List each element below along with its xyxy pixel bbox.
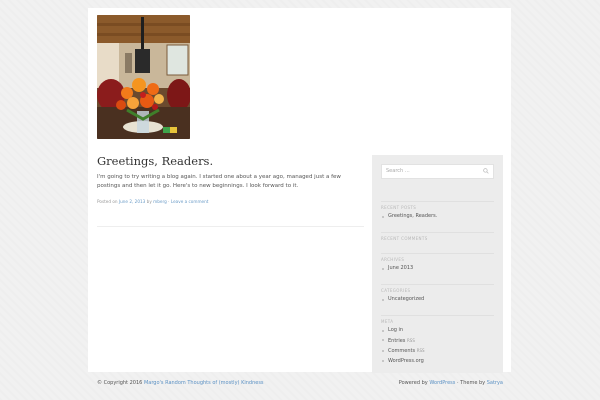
meta-widget: Meta Log in Entries RSS Comments RSS Wor…	[381, 315, 494, 366]
site-name-link[interactable]: Margo's Random Thoughts of (mostly) Kind…	[144, 380, 264, 386]
rss-abbr: RSS	[416, 348, 425, 353]
sidebar: Search … Recent Posts Greetings, Readers…	[372, 155, 503, 373]
recent-comments-title: Recent Comments	[381, 232, 494, 241]
recent-posts-widget: Recent Posts Greetings, Readers.	[381, 201, 494, 222]
search-icon[interactable]	[483, 168, 489, 174]
post-title[interactable]: Greetings, Readers.	[97, 154, 362, 168]
powered-by-text: Powered by	[398, 380, 428, 386]
meta-entries-rss-link[interactable]: Entries RSS	[381, 336, 494, 347]
post-author-link[interactable]: mberg	[153, 199, 167, 204]
meta-comments-label: Comments	[388, 348, 416, 354]
meta-entries-label: Entries	[388, 337, 406, 344]
archives-widget: Archives June 2013	[381, 253, 494, 274]
post-body: I'm going to try writing a blog again. I…	[97, 174, 341, 189]
leave-comment-link[interactable]: Leave a comment	[171, 199, 209, 204]
search-input[interactable]: Search …	[381, 164, 494, 179]
recent-post-item[interactable]: Greetings, Readers.	[381, 212, 494, 222]
post-divider	[97, 226, 364, 227]
theme-by-text: · Theme by	[456, 380, 486, 386]
header-image[interactable]	[97, 15, 190, 139]
meta-separator: ·	[168, 199, 170, 204]
archive-item[interactable]: June 2013	[381, 264, 494, 274]
theme-author-link[interactable]: Satrya	[487, 380, 503, 386]
category-item[interactable]: Uncategorized	[381, 295, 494, 305]
post-date-link[interactable]: June 2, 2013	[119, 199, 145, 204]
meta-title: Meta	[381, 315, 494, 324]
search-placeholder: Search …	[386, 168, 410, 174]
meta-login-label: Log in	[388, 327, 404, 333]
recent-comments-widget: Recent Comments	[381, 232, 494, 241]
meta-posted-on: Posted on	[97, 199, 118, 204]
footer-credits: Powered by WordPress · Theme by Satrya	[399, 380, 503, 386]
rss-abbr: RSS	[407, 337, 415, 343]
blog-post: Greetings, Readers. I'm going to try wri…	[97, 154, 362, 205]
post-meta: Posted on June 2, 2013 by mberg · Leave …	[97, 198, 362, 205]
copyright-text: © Copyright 2016	[97, 380, 143, 386]
archives-title: Archives	[381, 253, 494, 262]
footer-copyright: © Copyright 2016 Margo's Random Thoughts…	[97, 380, 264, 386]
categories-title: Categories	[381, 284, 494, 293]
recent-posts-title: Recent Posts	[381, 201, 494, 210]
flower-photo	[97, 15, 190, 139]
wordpress-link[interactable]: WordPress	[429, 380, 455, 386]
meta-comments-rss-link[interactable]: Comments RSS	[381, 346, 494, 357]
meta-wordpress-org-label: WordPress.org	[388, 357, 424, 364]
categories-widget: Categories Uncategorized	[381, 284, 494, 305]
meta-login-link[interactable]: Log in	[381, 326, 494, 336]
meta-wordpress-org-link[interactable]: WordPress.org	[381, 357, 494, 367]
page-container: Greetings, Readers. I'm going to try wri…	[88, 8, 511, 373]
meta-by: by	[146, 199, 152, 204]
